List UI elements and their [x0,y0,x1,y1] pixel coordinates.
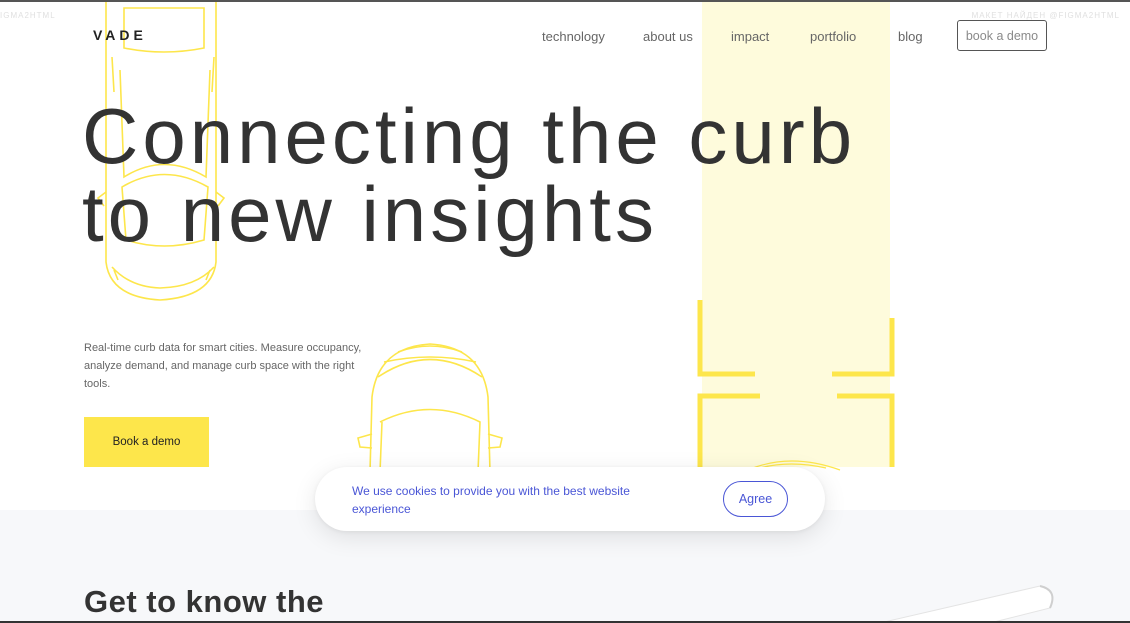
hero-headline-line-1: Connecting the curb [82,92,857,180]
nav-blog[interactable]: blog [898,29,923,44]
watermark-left: IGMA2HTML [0,11,56,20]
book-demo-nav-button[interactable]: book a demo [957,20,1047,51]
nav-technology[interactable]: technology [542,29,605,44]
hero-headline: Connecting the curb to new insights [82,97,856,253]
cookie-banner: We use cookies to provide you with the b… [315,467,825,531]
nav-impact[interactable]: impact [731,29,769,44]
book-demo-button[interactable]: Book a demo [84,417,209,467]
nav-portfolio[interactable]: portfolio [810,29,856,44]
window-top-border [0,0,1130,2]
hero-section: VADE technology about us impact portfoli… [0,2,1130,510]
agree-button[interactable]: Agree [723,481,788,517]
watermark-right: МАКЕТ НАЙДЕН @FIGMA2HTML [971,11,1120,20]
hero-headline-line-2: to new insights [82,170,658,258]
hero-description: Real-time curb data for smart cities. Me… [84,342,362,390]
logo[interactable]: VADE [93,27,147,43]
section-title: Get to know the [84,584,324,619]
car-outline-icon [357,343,503,473]
nav-about-us[interactable]: about us [643,29,693,44]
cookie-message: We use cookies to provide you with the b… [352,484,630,516]
